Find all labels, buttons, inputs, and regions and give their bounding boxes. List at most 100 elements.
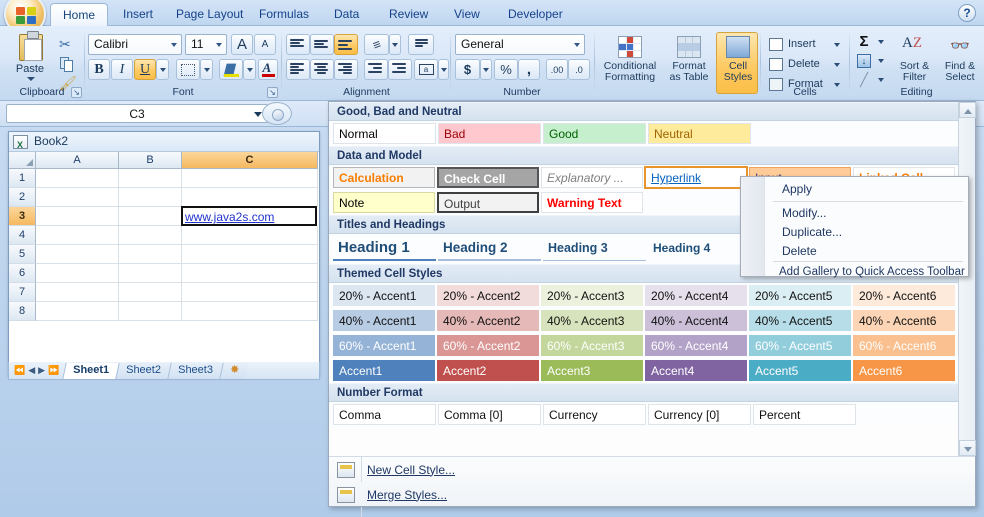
style-accent5[interactable]: Accent5 [749,360,851,381]
comma-format-button[interactable]: , [518,59,540,80]
style-explanatory-text[interactable]: Explanatory ... [541,167,644,188]
bottom-align-button[interactable] [334,34,358,55]
next-sheet-icon[interactable]: ▶ [38,365,45,376]
top-align-button[interactable] [286,34,310,55]
style-accent6[interactable]: Accent6 [853,360,955,381]
cell-a3[interactable] [36,207,119,226]
font-dialog-launcher[interactable]: ↘ [267,87,278,98]
autosum-button[interactable]: Σ [853,32,875,51]
sheet-nav-buttons[interactable]: ⏪ ◀ ▶ ⏩ [9,365,64,376]
style-normal[interactable]: Normal [333,123,436,144]
cell-c6[interactable] [182,264,318,283]
context-menu-item-apply[interactable]: Apply [766,179,968,201]
style-output[interactable]: Output [437,192,540,213]
style-20-accent4[interactable]: 20% - Accent4 [645,285,747,306]
autosum-dropdown[interactable] [875,32,887,51]
style-bad[interactable]: Bad [438,123,541,144]
tab-page-layout[interactable]: Page Layout [165,4,254,26]
cell-c8[interactable] [182,302,318,321]
delete-cells-button[interactable]: Delete [765,54,845,73]
grow-font-button[interactable]: A [231,34,253,55]
orientation-dropdown[interactable] [389,34,401,55]
fill-dropdown[interactable] [875,51,887,70]
cell-a4[interactable] [36,226,119,245]
cell-b7[interactable] [119,283,182,302]
style-check-cell[interactable]: Check Cell [437,167,540,188]
borders-dropdown[interactable] [200,59,213,80]
sort-filter-button[interactable]: AZ Sort & Filter [891,32,936,94]
fill-button[interactable]: ↓ [853,51,875,70]
style-20-accent6[interactable]: 20% - Accent6 [853,285,955,306]
style-percent[interactable]: Percent [753,404,856,425]
cell-c2[interactable] [182,188,318,207]
prev-sheet-icon[interactable]: ◀ [28,365,35,376]
cell-styles-button[interactable]: Cell Styles [716,32,758,94]
cell-c4[interactable] [182,226,318,245]
row-header-3[interactable]: 3 [9,207,36,226]
bold-button[interactable]: B [88,59,110,80]
cell-a7[interactable] [36,283,119,302]
style-neutral[interactable]: Neutral [648,123,751,144]
first-sheet-icon[interactable]: ⏪ [14,365,25,376]
insert-function-button[interactable] [262,102,292,125]
new-sheet-tab[interactable]: ✸ [219,362,250,379]
insert-cells-button[interactable]: Insert [765,34,845,53]
accounting-dropdown[interactable] [480,59,492,80]
cell-b3[interactable] [119,207,182,226]
underline-button[interactable]: U [134,59,156,80]
accounting-format-button[interactable]: $ [455,59,480,80]
style-60-accent5[interactable]: 60% - Accent5 [749,335,851,356]
style-warning-text[interactable]: Warning Text [541,192,644,213]
cell-b2[interactable] [119,188,182,207]
cell-b8[interactable] [119,302,182,321]
middle-align-button[interactable] [310,34,334,55]
cell-a2[interactable] [36,188,119,207]
cell-a5[interactable] [36,245,119,264]
cell-b6[interactable] [119,264,182,283]
name-box[interactable]: C3 [6,104,268,123]
style-40-accent2[interactable]: 40% - Accent2 [437,310,539,331]
style-40-accent4[interactable]: 40% - Accent4 [645,310,747,331]
row-header-1[interactable]: 1 [9,169,36,188]
new-cell-style-command[interactable]: New Cell Style... [329,457,975,482]
style-20-accent5[interactable]: 20% - Accent5 [749,285,851,306]
style-accent1[interactable]: Accent1 [333,360,435,381]
style-accent2[interactable]: Accent2 [437,360,539,381]
tab-view[interactable]: View [443,4,491,26]
style-20-accent2[interactable]: 20% - Accent2 [437,285,539,306]
format-as-table-button[interactable]: Format as Table [660,32,716,94]
style-heading-2[interactable]: Heading 2 [438,237,541,261]
merge-styles-command[interactable]: Merge Styles... [329,482,975,517]
tab-developer[interactable]: Developer [497,4,574,26]
align-center-button[interactable] [310,59,334,80]
cell-c7[interactable] [182,283,318,302]
style-60-accent1[interactable]: 60% - Accent1 [333,335,435,356]
row-header-4[interactable]: 4 [9,226,36,245]
fill-color-dropdown[interactable] [243,59,256,80]
style-60-accent6[interactable]: 60% - Accent6 [853,335,955,356]
style-20-accent3[interactable]: 20% - Accent3 [541,285,643,306]
style-accent3[interactable]: Accent3 [541,360,643,381]
style-40-accent3[interactable]: 40% - Accent3 [541,310,643,331]
italic-button[interactable]: I [111,59,133,80]
select-all-corner[interactable] [9,152,36,169]
last-sheet-icon[interactable]: ⏩ [48,365,59,376]
style-40-accent5[interactable]: 40% - Accent5 [749,310,851,331]
underline-dropdown[interactable] [156,59,169,80]
style-hyperlink[interactable]: Hyperlink [644,166,749,189]
tab-data[interactable]: Data [323,4,370,26]
sheet-tab-sheet2[interactable]: Sheet2 [115,362,171,379]
gallery-scroll-down-button[interactable] [959,440,976,456]
cell-c5[interactable] [182,245,318,264]
tab-formulas[interactable]: Formulas [248,4,320,26]
style-calculation[interactable]: Calculation [333,167,435,188]
style-currency[interactable]: Currency [543,404,646,425]
sheet-tab-sheet1[interactable]: Sheet1 [62,362,120,379]
cell-a6[interactable] [36,264,119,283]
fill-color-button[interactable]: ▇ [219,59,243,80]
cell-b5[interactable] [119,245,182,264]
align-right-button[interactable] [334,59,358,80]
style-40-accent6[interactable]: 40% - Accent6 [853,310,955,331]
cell-c1[interactable] [182,169,318,188]
align-left-button[interactable] [286,59,310,80]
